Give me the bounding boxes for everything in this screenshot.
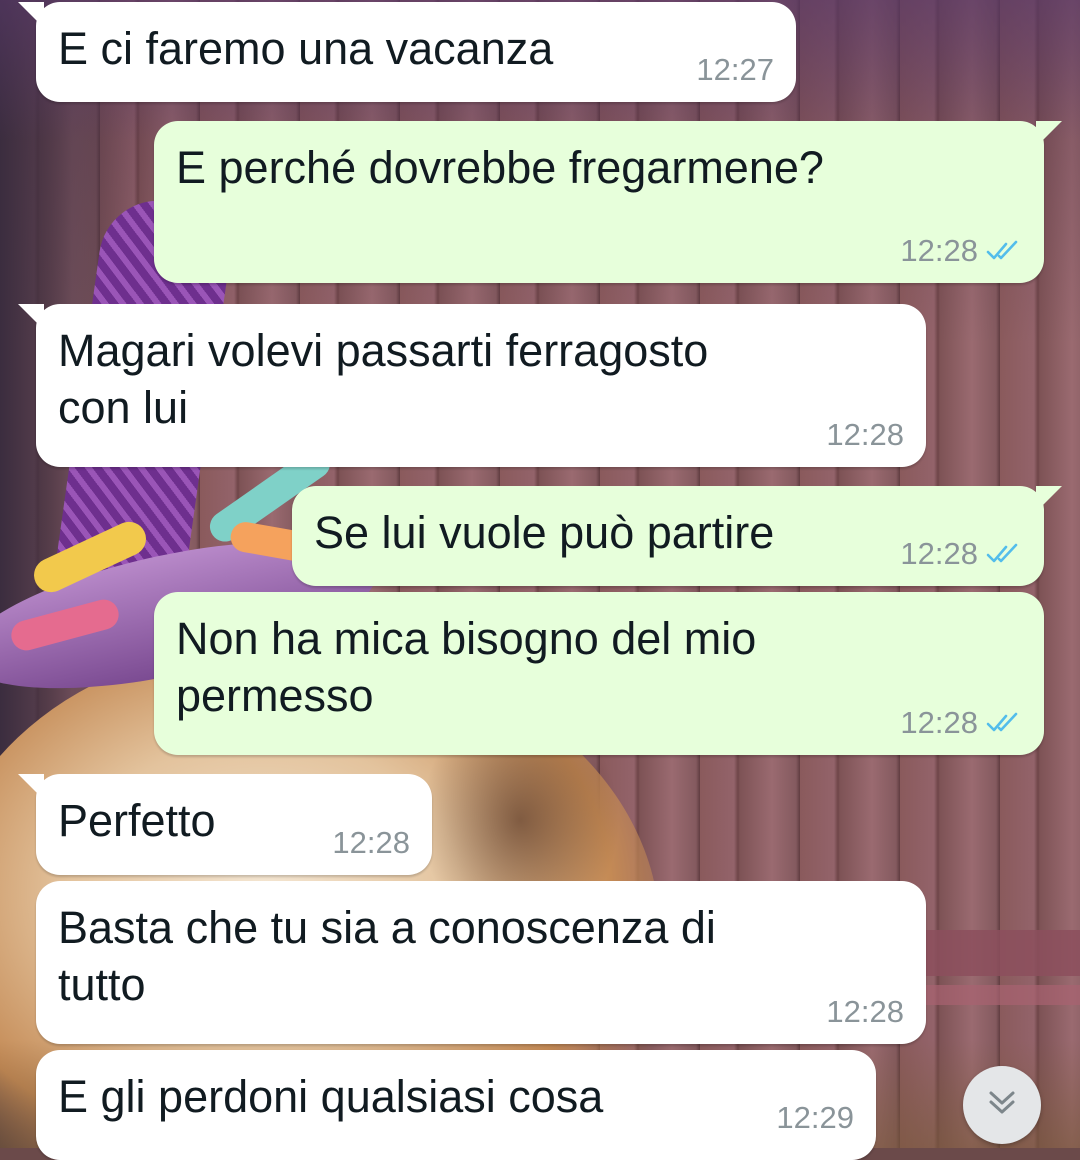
- message-text-line: Non ha mica bisogno del mio: [176, 613, 757, 664]
- outgoing-message[interactable]: Se lui vuole può partire 12:28: [292, 486, 1062, 586]
- message-time: 12:28: [332, 825, 410, 860]
- message-meta: 12:28: [900, 233, 1022, 269]
- message-time: 12:28: [826, 417, 904, 452]
- message-time: 12:28: [826, 994, 904, 1029]
- message-meta: 12:27: [696, 52, 774, 88]
- message-meta: 12:28: [332, 825, 410, 861]
- message-time: 12:28: [900, 536, 978, 571]
- outgoing-message[interactable]: E perché dovrebbe fregarmene? 12:28: [154, 121, 1062, 283]
- incoming-message[interactable]: Magari volevi passarti ferragosto con lu…: [18, 304, 926, 467]
- message-time: 12:28: [900, 705, 978, 740]
- incoming-message[interactable]: Basta che tu sia a conoscenza di tutto 1…: [36, 881, 926, 1044]
- message-time: 12:27: [696, 52, 774, 87]
- incoming-message[interactable]: Perfetto 12:28: [18, 774, 432, 875]
- double-check-icon: [986, 543, 1022, 565]
- incoming-message[interactable]: E gli perdoni qualsiasi cosa 12:29: [36, 1050, 876, 1160]
- message-time: 12:29: [776, 1100, 854, 1135]
- scroll-to-bottom-button[interactable]: [963, 1066, 1041, 1144]
- message-text-line: permesso: [176, 670, 374, 721]
- message-text-line: con lui: [58, 382, 189, 433]
- double-check-icon: [986, 240, 1022, 262]
- double-check-icon: [986, 712, 1022, 734]
- message-meta: 12:28: [826, 417, 904, 453]
- message-text: E perché dovrebbe fregarmene?: [176, 142, 824, 193]
- message-text-line: Basta che tu sia a conoscenza di: [58, 902, 716, 953]
- message-text-line: tutto: [58, 959, 146, 1010]
- message-time: 12:28: [900, 233, 978, 268]
- message-text-line: Magari volevi passarti ferragosto: [58, 325, 709, 376]
- message-meta: 12:28: [826, 994, 904, 1030]
- message-meta: 12:29: [776, 1100, 854, 1136]
- message-meta: 12:28: [900, 705, 1022, 741]
- message-text: E gli perdoni qualsiasi cosa: [58, 1071, 604, 1122]
- message-meta: 12:28: [900, 536, 1022, 572]
- message-text: E ci faremo una vacanza: [58, 23, 554, 74]
- incoming-message[interactable]: E ci faremo una vacanza 12:27: [18, 2, 796, 102]
- chevron-double-down-icon: [985, 1088, 1019, 1123]
- outgoing-message[interactable]: Non ha mica bisogno del mio permesso 12:…: [154, 592, 1044, 755]
